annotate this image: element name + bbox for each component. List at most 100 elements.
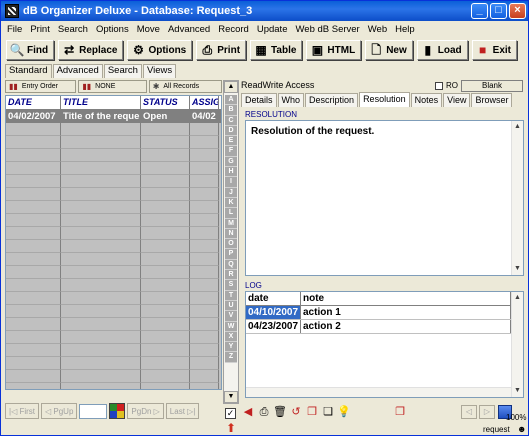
list-item[interactable]: 04/02/2007 Title of the reque Open 04/02 [6, 110, 221, 123]
menu-web[interactable]: Web [364, 24, 391, 35]
menu-print[interactable]: Print [26, 24, 54, 35]
log-scrollbar[interactable]: ▲ ▼ [511, 292, 523, 397]
previous-record-button[interactable]: ◁ [461, 405, 477, 419]
list-item[interactable] [6, 149, 221, 162]
page-up-button[interactable]: ◁ PgUp [41, 403, 78, 419]
list-item[interactable] [6, 227, 221, 240]
load-button[interactable]: ▮ Load [416, 40, 468, 60]
list-item[interactable] [6, 292, 221, 305]
find-button[interactable]: 🔍 Find [6, 40, 55, 60]
list-item[interactable] [6, 279, 221, 292]
print-button[interactable]: ⎙ Print [196, 40, 247, 60]
lightbulb-icon[interactable]: 💡 [337, 405, 351, 419]
list-item[interactable] [6, 214, 221, 227]
tab-search[interactable]: Search [103, 64, 142, 78]
menu-file[interactable]: File [3, 24, 26, 35]
list-item[interactable] [6, 266, 221, 279]
document-icon[interactable]: ❐ [393, 405, 407, 419]
list-item[interactable] [6, 318, 221, 331]
alphabet-letter[interactable]: S [225, 280, 237, 291]
next-record-button[interactable]: ▷ [479, 405, 495, 419]
list-item[interactable] [6, 331, 221, 344]
list-item[interactable] [6, 253, 221, 266]
list-item[interactable] [6, 370, 221, 383]
alphabet-letter[interactable]: F [225, 146, 237, 157]
scroll-down-arrow-icon[interactable]: ▼ [224, 391, 238, 403]
printer-icon[interactable]: ⎙ [257, 405, 271, 419]
trash-icon[interactable]: 🗑 [273, 405, 287, 419]
alphabet-letter[interactable]: W [225, 321, 237, 332]
page-down-button[interactable]: PgDn ▷ [127, 403, 164, 419]
column-header-title[interactable]: TITLE [61, 96, 141, 109]
log-column-note[interactable]: note [301, 292, 511, 305]
tab-advanced[interactable]: Advanced [52, 64, 103, 78]
alphabet-letter[interactable]: D [225, 125, 237, 137]
list-item[interactable] [6, 383, 221, 389]
first-page-button[interactable]: |◁ First [5, 403, 40, 419]
alphabet-letter[interactable]: P [225, 249, 237, 260]
scroll-up-arrow-icon[interactable]: ▲ [512, 121, 523, 133]
undo-icon[interactable]: ↺ [289, 405, 303, 419]
scroll-down-arrow-icon[interactable]: ▼ [512, 263, 523, 275]
alphabet-letter[interactable]: B [225, 105, 237, 116]
list-item[interactable] [6, 162, 221, 175]
tab-who[interactable]: Who [277, 93, 305, 107]
last-page-button[interactable]: Last ▷| [165, 403, 200, 419]
alphabet-letter[interactable]: V [225, 311, 237, 322]
alphabet-letter[interactable]: Y [225, 342, 237, 353]
tab-view[interactable]: View [443, 93, 471, 107]
alphabet-letter[interactable]: O [225, 239, 237, 250]
maximize-button[interactable]: □ [490, 3, 507, 19]
tab-details[interactable]: Details [241, 93, 277, 107]
alphabet-letter[interactable]: K [225, 197, 237, 209]
paste-record-icon[interactable]: ❏ [321, 405, 335, 419]
alphabet-letter[interactable]: L [225, 208, 237, 219]
filter-all-records-button[interactable]: ✱ All Records [148, 80, 222, 93]
sort-none-button[interactable]: ▮▮ NONE [78, 80, 147, 93]
menu-record[interactable]: Record [214, 24, 253, 35]
sort-entry-order-button[interactable]: ▮▮ Entry Order [5, 80, 77, 93]
resolution-textarea[interactable]: Resolution of the request. ▲ ▼ [245, 120, 524, 276]
scroll-down-arrow-icon[interactable]: ▼ [512, 385, 523, 397]
column-header-status[interactable]: STATUS [141, 96, 190, 109]
alphabet-letter[interactable]: U [225, 300, 237, 312]
resolution-scrollbar[interactable]: ▲ ▼ [511, 121, 523, 275]
tab-standard[interactable]: Standard [5, 64, 52, 78]
menu-move[interactable]: Move [133, 24, 164, 35]
menu-options[interactable]: Options [92, 24, 133, 35]
alphabet-letter[interactable]: C [225, 115, 237, 126]
exit-button[interactable]: ■ Exit [471, 40, 517, 60]
table-button[interactable]: ▦ Table [250, 40, 303, 60]
options-button[interactable]: ⚙ Options [127, 40, 193, 60]
tab-description[interactable]: Description [305, 93, 359, 107]
table-row[interactable]: 04/23/2007 action 2 [246, 320, 523, 334]
column-header-assigned[interactable]: ASSIG [190, 96, 219, 109]
alphabet-letter[interactable]: M [225, 218, 237, 229]
menu-help[interactable]: Help [391, 24, 419, 35]
alphabet-letter[interactable]: E [225, 136, 237, 147]
alphabet-letter[interactable]: Q [225, 259, 237, 271]
list-item[interactable] [6, 201, 221, 214]
log-cell-date[interactable]: 04/23/2007 [246, 320, 301, 333]
alphabet-letter[interactable]: R [225, 270, 237, 281]
list-item[interactable] [6, 357, 221, 370]
tab-browser[interactable]: Browser [471, 93, 513, 107]
mark-checkbox[interactable]: ✓ [225, 408, 236, 419]
close-button[interactable]: × [509, 3, 526, 19]
readonly-checkbox[interactable]: RO [435, 81, 458, 90]
back-arrow-icon[interactable]: ◀ [241, 405, 255, 419]
alphabet-letter[interactable]: T [225, 290, 237, 301]
replace-button[interactable]: ⇄ Replace [58, 40, 124, 60]
new-button[interactable]: 🗋 New [365, 40, 413, 60]
column-header-date[interactable]: DATE [6, 96, 61, 109]
alphabet-letter[interactable]: A [225, 95, 237, 106]
table-row[interactable]: 04/10/2007 action 1 [246, 306, 523, 320]
alphabet-letter[interactable]: J [225, 187, 237, 198]
menu-search[interactable]: Search [54, 24, 92, 35]
list-item[interactable] [6, 188, 221, 201]
log-column-date[interactable]: date [246, 292, 301, 305]
minimize-button[interactable]: _ [471, 3, 488, 19]
alphabet-letter[interactable]: I [225, 177, 237, 188]
list-item[interactable] [6, 344, 221, 357]
record-list[interactable]: DATE TITLE STATUS ASSIG 04/02/2007 Title… [5, 95, 222, 390]
